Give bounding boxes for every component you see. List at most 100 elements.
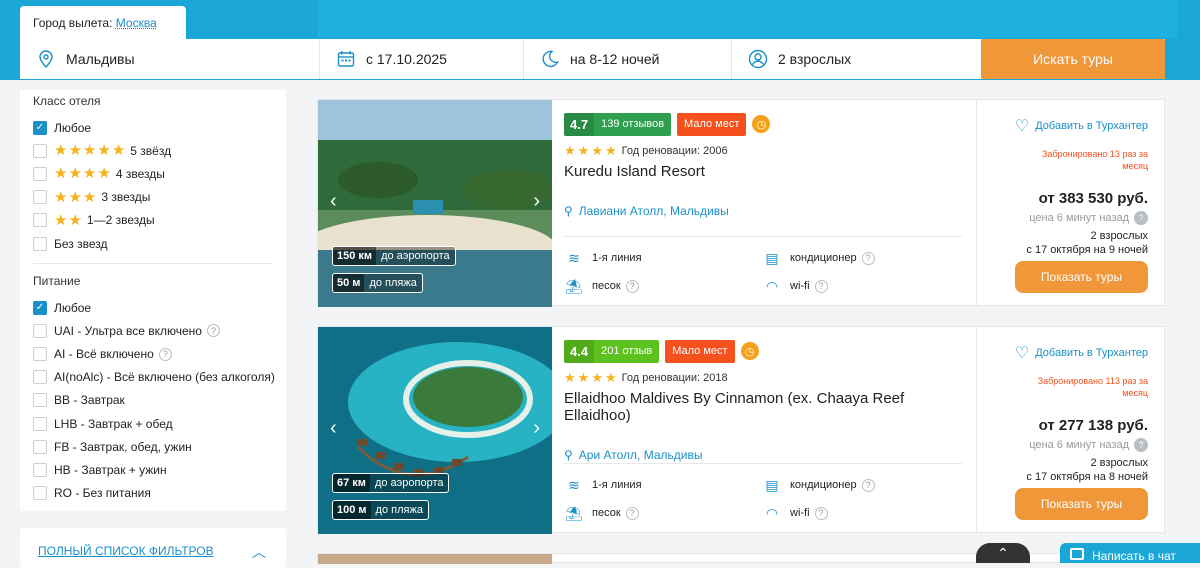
help-icon[interactable]: ? <box>814 279 828 293</box>
checkbox[interactable] <box>33 463 47 478</box>
favorite-label: Добавить в Турхантер <box>1035 120 1148 132</box>
chevron-right-icon[interactable]: › <box>533 190 540 213</box>
destination-field[interactable]: Мальдивы <box>20 39 320 79</box>
star-icon: ★ <box>111 142 126 160</box>
chevron-right-icon[interactable]: › <box>533 417 540 440</box>
meal-option[interactable]: HB - Завтрак + ужин <box>20 458 286 481</box>
help-icon[interactable]: ? <box>861 251 875 265</box>
airport-distance: 150 км до аэропорта <box>332 246 456 266</box>
checkbox[interactable] <box>33 236 47 251</box>
meal-option[interactable]: AI(noAlc) - Всё включено (без алкоголя) <box>20 366 286 389</box>
hotel-class-option[interactable]: ★ ★ 1—2 звезды <box>20 209 286 232</box>
amenity-label: песок <box>592 507 621 519</box>
search-tours-button[interactable]: Искать туры <box>981 39 1165 79</box>
hotel-name[interactable]: Ellaidhoo Maldives By Cinnamon (ex. Chaa… <box>564 390 964 424</box>
meal-option[interactable]: UAI - Ультра все включено? <box>20 319 286 342</box>
checkbox[interactable] <box>33 213 47 228</box>
meal-label: FB - Завтрак, обед, ужин <box>54 439 192 454</box>
hotel-photo[interactable]: ‹ › 67 км до аэропорта 100 м до пляжа <box>318 327 552 534</box>
booked-count: Забронировано 113 раз за месяц <box>1037 376 1148 398</box>
full-filters-link[interactable]: ПОЛНЫЙ СПИСОК ФИЛЬТРОВ ︿ <box>20 528 286 568</box>
nights-field[interactable]: на 8-12 ночей <box>524 39 732 79</box>
help-icon[interactable]: ? <box>861 478 875 492</box>
checkbox[interactable] <box>33 393 47 408</box>
star-icon: ★ <box>97 142 111 160</box>
beach-distance: 100 м до пляжа <box>332 500 429 520</box>
show-tours-button[interactable]: Показать туры <box>1015 488 1148 520</box>
guests-field[interactable]: 2 взрослых <box>732 39 982 79</box>
departure-city-link[interactable]: Москва <box>116 16 157 30</box>
checkbox[interactable] <box>33 370 47 385</box>
help-icon[interactable]: ? <box>158 347 172 361</box>
checkbox[interactable] <box>33 190 47 205</box>
hotel-class-option[interactable]: ★ ★ ★ ★ ★ 5 звёзд <box>20 139 286 162</box>
meal-option[interactable]: BB - Завтрак <box>20 389 286 412</box>
wifi-icon: ◠ <box>765 277 779 294</box>
chevron-left-icon[interactable]: ‹ <box>330 190 337 213</box>
meal-option[interactable]: ✓ Любое <box>20 296 286 319</box>
hotel-location[interactable]: ⚲ Ари Атолл, Мальдивы <box>564 448 964 462</box>
air-conditioner-icon: ▤ <box>765 476 779 493</box>
meal-option[interactable]: AI - Всё включено? <box>20 343 286 366</box>
help-icon[interactable]: ? <box>625 279 639 293</box>
hotel-class-title: Класс отеля <box>33 94 101 108</box>
sand-icon: ⛱ <box>565 504 583 521</box>
hotel-class-label: 5 звёзд <box>130 143 172 158</box>
few-places-badge: Мало мест <box>677 112 747 136</box>
meal-option[interactable]: LHB - Завтрак + обед <box>20 412 286 435</box>
add-to-favorites[interactable]: ♡ Добавить в Турхантер <box>977 343 1148 363</box>
date-field[interactable]: с 17.10.2025 <box>320 39 524 79</box>
checkbox[interactable] <box>33 323 47 338</box>
star-icon: ★ <box>82 165 97 183</box>
chevron-left-icon[interactable]: ‹ <box>330 417 337 440</box>
checkbox[interactable] <box>33 486 47 501</box>
hotel-class-label: Любое <box>54 120 92 135</box>
star-icon: ★ <box>564 143 576 158</box>
add-to-favorites[interactable]: ♡ Добавить в Турхантер <box>977 116 1148 136</box>
scroll-up-button[interactable]: ⌃ <box>976 543 1030 563</box>
amenity-label: песок <box>592 280 621 292</box>
show-tours-button[interactable]: Показать туры <box>1015 261 1148 293</box>
help-icon[interactable]: ? <box>1134 211 1148 225</box>
help-icon[interactable]: ? <box>625 506 639 520</box>
hotel-name[interactable]: Kuredu Island Resort <box>564 163 964 180</box>
amenity: ⛱ песок? <box>564 278 639 294</box>
meal-option[interactable]: RO - Без питания <box>20 482 286 505</box>
hotel-class-option[interactable]: ★ ★ ★ 3 звезды <box>20 186 286 209</box>
checkbox[interactable] <box>33 143 47 158</box>
hotel-class-option[interactable]: ✓ Любое <box>20 116 286 139</box>
airport-label: до аэропорта <box>381 250 450 262</box>
heart-icon: ♡ <box>1014 345 1030 362</box>
rating-badge[interactable]: 4.7 139 отзывов <box>564 112 672 136</box>
star-icon: ★ <box>591 143 603 158</box>
meal-label: UAI - Ультра все включено <box>54 323 202 338</box>
hotel-class-option[interactable]: Без звезд <box>20 232 286 255</box>
rating-value: 4.4 <box>564 339 595 363</box>
hotel-class-label: 3 звезды <box>101 190 151 205</box>
airport-distance: 67 км до аэропорта <box>332 473 450 493</box>
checkbox[interactable] <box>33 347 47 362</box>
checkbox[interactable] <box>33 416 47 431</box>
chat-button[interactable]: Написать в чат <box>1060 543 1200 563</box>
star-icon: ★ <box>577 143 590 158</box>
tour-meta: 2 взрослых с 17 октября на 8 ночей <box>977 456 1148 484</box>
hotel-photo[interactable]: ‹ › 150 км до аэропорта 50 м до пляжа <box>318 100 552 307</box>
hotel-location[interactable]: ⚲ Лавиани Атолл, Мальдивы <box>564 204 964 218</box>
help-icon[interactable]: ? <box>1134 438 1148 452</box>
hotel-stars-renovation: ★ ★ ★ ★ Год реновации: 2018 <box>564 371 964 384</box>
airport-km: 67 км <box>333 474 370 492</box>
hotel-card: ‹ › 67 км до аэропорта 100 м до пляжа 4.4 201 о… <box>317 326 1165 534</box>
checkbox[interactable]: ✓ <box>33 120 47 135</box>
checkbox[interactable]: ✓ <box>33 300 47 315</box>
clock-icon: ◷ <box>740 342 759 360</box>
rating-badge[interactable]: 4.4 201 отзыв <box>564 339 660 363</box>
renovation-year: Год реновации: 2018 <box>621 371 728 384</box>
meal-option[interactable]: FB - Завтрак, обед, ужин <box>20 435 286 458</box>
hotel-class-option[interactable]: ★ ★ ★ ★ 4 звезды <box>20 162 286 185</box>
checkbox[interactable] <box>33 439 47 454</box>
help-icon[interactable]: ? <box>206 324 220 338</box>
checkbox[interactable] <box>33 166 47 181</box>
amenity-label: кондиционер <box>790 479 857 491</box>
chevron-up-icon: ︿ <box>252 544 266 560</box>
help-icon[interactable]: ? <box>814 506 828 520</box>
